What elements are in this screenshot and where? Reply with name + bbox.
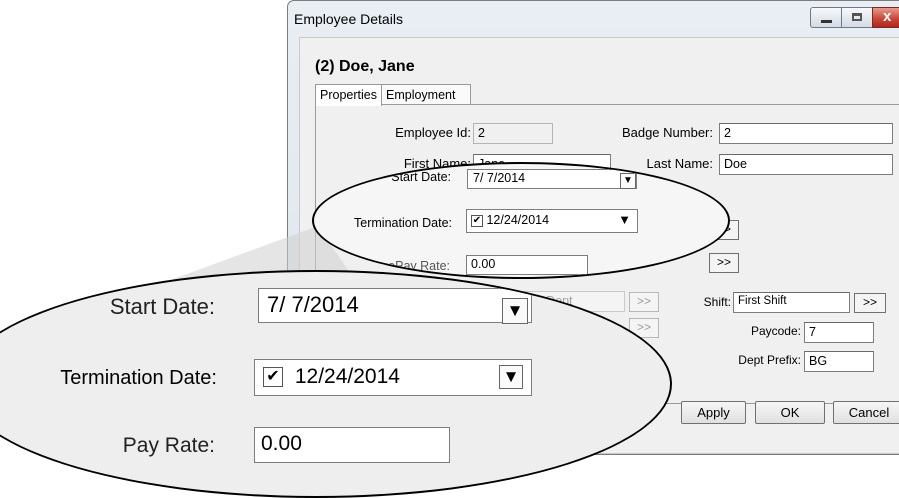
termination-date-label-magnified: Termination Date: bbox=[60, 367, 217, 389]
termination-date-value-magnified: 12/24/2014 bbox=[294, 365, 400, 388]
termination-dropdown-icon-magnified[interactable]: ▼ bbox=[499, 365, 523, 389]
start-date-field-magnified[interactable]: 7/ 7/2014 bbox=[258, 288, 532, 323]
termination-date-field-magnified[interactable]: ✔ 12/24/2014 ▼ bbox=[254, 359, 532, 396]
termination-date-field-small[interactable]: ✔ 12/24/2014 ▼ bbox=[466, 209, 638, 233]
magnified-view-ellipse: Start Date: 7/ 7/2014 ▼ Termination Date… bbox=[0, 270, 672, 498]
termination-dropdown-icon-small[interactable]: ▼ bbox=[618, 212, 631, 227]
pay-rate-field-small[interactable]: 0.00 bbox=[466, 255, 588, 275]
magnifier-source-ellipse: Start Date: 7/ 7/2014 ▼ Termination Date… bbox=[312, 162, 730, 279]
start-date-label-small: Start Date: bbox=[391, 170, 451, 184]
start-date-dropdown-icon-magnified[interactable]: ▼ bbox=[502, 298, 528, 324]
start-date-label-magnified: Start Date: bbox=[109, 294, 215, 319]
pay-rate-field-magnified[interactable]: 0.00 bbox=[254, 427, 450, 463]
termination-date-value-small: 12/24/2014 bbox=[486, 213, 550, 227]
start-date-dropdown-icon-small[interactable]: ▼ bbox=[620, 173, 636, 189]
termination-checkbox-magnified[interactable]: ✔ bbox=[263, 367, 283, 388]
start-date-field-small[interactable]: 7/ 7/2014 bbox=[467, 169, 637, 189]
termination-checkbox-small[interactable]: ✔ bbox=[471, 214, 483, 227]
pay-rate-label-magnified: Pay Rate: bbox=[122, 434, 215, 457]
termination-date-label-small: Termination Date: bbox=[354, 216, 452, 230]
